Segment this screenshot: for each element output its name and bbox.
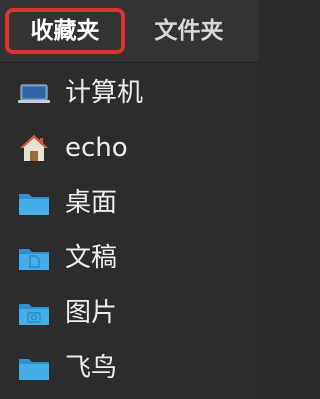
sidebar-item-echo[interactable]: echo <box>0 124 258 172</box>
sidebar-item-computer[interactable]: 计算机 <box>0 69 258 117</box>
sidebar-item-pictures[interactable]: 图片 <box>0 289 258 337</box>
sidebar-item-documents[interactable]: 文稿 <box>0 234 258 282</box>
sidebar-item-label: 桌面 <box>65 188 118 218</box>
pictures-folder-icon <box>17 297 51 329</box>
sidebar-item-label: 飞鸟 <box>65 353 118 383</box>
home-icon <box>17 132 51 164</box>
sidebar-item-feiniao[interactable]: 飞鸟 <box>0 344 258 392</box>
tab-folders[interactable]: 文件夹 <box>139 8 239 54</box>
folder-icon <box>17 187 51 219</box>
sidebar-item-label: 文稿 <box>65 243 118 273</box>
sidebar-item-label: 计算机 <box>65 78 144 108</box>
folder-icon <box>17 352 51 384</box>
sidebar-item-label: 图片 <box>65 298 118 328</box>
tab-bar: 收藏夹 文件夹 <box>0 0 258 63</box>
sidebar-item-desktop[interactable]: 桌面 <box>0 179 258 227</box>
sidebar-item-label: echo <box>65 133 128 163</box>
favorites-panel: 收藏夹 文件夹 计算机 echo 桌面 文稿 图片 飞鸟 <box>0 0 258 399</box>
tab-favorites[interactable]: 收藏夹 <box>5 8 125 54</box>
documents-folder-icon <box>17 242 51 274</box>
laptop-icon <box>17 77 51 109</box>
